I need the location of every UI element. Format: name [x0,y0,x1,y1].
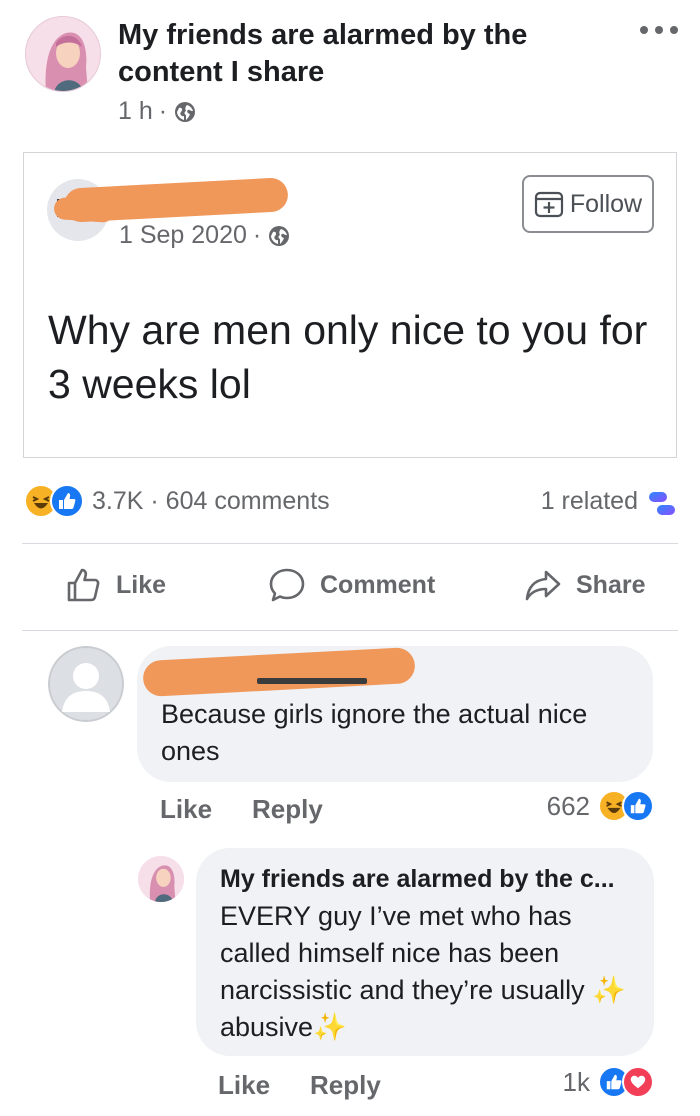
globe-icon [269,225,290,246]
more-dot [655,26,663,34]
share-button[interactable]: Share [524,566,645,604]
count-separator: · [150,487,159,515]
more-dot [670,26,678,34]
reply-text-emphasis: abusive [220,1012,314,1042]
reaction-icons [24,484,84,518]
related-count[interactable]: 1 related [541,487,638,516]
comment-reply-button[interactable]: Reply [252,794,323,825]
comment-like-button[interactable]: Like [160,794,212,825]
post-time[interactable]: 1 h [118,97,153,126]
follow-button[interactable]: Follow [522,175,654,233]
divider [22,543,678,544]
shared-post-meta: 1 Sep 2020 · [119,221,291,250]
sparkles-icon: ✨ [313,1012,347,1042]
commenter-avatar[interactable] [48,646,124,722]
redacted-author-name [53,196,115,224]
like-icon [50,484,84,518]
post-header: My friends are alarmed by the content I … [0,0,700,140]
thumbs-up-icon [67,568,100,602]
follow-label: Follow [569,189,643,218]
name-remnant [257,678,367,684]
reply-reply-button[interactable]: Reply [310,1070,381,1101]
shared-post-date[interactable]: 1 Sep 2020 [119,221,247,250]
comment-reaction-count: 662 [546,790,590,821]
more-dot [640,26,648,34]
reply-actions: Like Reply [218,1070,381,1101]
reply-like-button[interactable]: Like [218,1070,270,1101]
like-label: Like [116,570,167,599]
redacted-commenter-name [142,646,416,698]
reaction-count: 3.7K · 604 comments [92,487,330,516]
divider [22,630,678,631]
meta-separator: · [158,97,168,125]
globe-icon [175,101,196,122]
follow-add-icon [534,191,563,218]
comments-count[interactable]: 604 comments [166,487,330,515]
reactions-summary[interactable]: 3.7K · 604 comments 1 related [0,480,700,524]
reply-author-name[interactable]: My friends are alarmed by the c... [220,862,640,896]
comment-text: Because girls ignore the actual nice one… [161,699,588,766]
comment-reactions[interactable]: 662 [547,790,654,822]
share-arrow-icon [525,570,561,601]
love-icon [622,1066,654,1098]
reply-reaction-count: 1k [562,1066,590,1097]
default-user-icon [48,646,124,722]
speech-bubble-icon [269,568,305,602]
share-label: Share [576,570,646,599]
reaction-total[interactable]: 3.7K [92,487,143,515]
reply-text-main: EVERY guy I’ve met who has called himsel… [220,901,593,1005]
meta-separator: · [252,221,262,249]
post-meta: 1 h · [118,97,197,126]
like-button[interactable]: Like [64,566,166,604]
page-avatar[interactable] [25,16,101,92]
reply-bubble[interactable]: My friends are alarmed by the c... EVERY… [196,848,654,1056]
reply-reactions[interactable]: 1k [563,1066,654,1098]
comment-button[interactable]: Comment [268,566,435,604]
related-icon[interactable] [646,488,678,520]
comment-bubble[interactable]: Because girls ignore the actual nice one… [137,646,653,782]
post-action-bar: Like Comment Share [0,548,700,628]
page-title[interactable]: My friends are alarmed by the content I … [118,17,588,91]
sparkles-icon: ✨ [592,975,626,1005]
reply-text: EVERY guy I’ve met who has called himsel… [220,898,640,1046]
more-options-icon[interactable] [640,20,678,40]
comment-actions: Like Reply [160,794,323,825]
like-icon [622,790,654,822]
shared-post-card[interactable]: 1 Sep 2020 · Follow Why are men only nic… [23,152,677,458]
reply-author-avatar[interactable] [138,856,184,902]
shared-post-text: Why are men only nice to you for 3 weeks… [48,307,648,407]
comment-label: Comment [320,570,436,599]
